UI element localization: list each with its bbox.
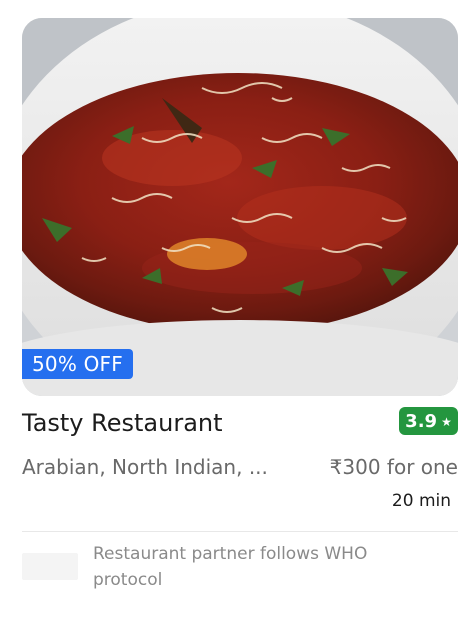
restaurant-name[interactable]: Tasty Restaurant bbox=[22, 406, 223, 440]
who-logo-icon bbox=[22, 553, 78, 580]
rating-badge: 3.9 ★ bbox=[399, 407, 458, 435]
restaurant-image[interactable] bbox=[22, 18, 458, 396]
offer-badge: 50% OFF bbox=[22, 349, 133, 379]
delivery-time: 20 min bbox=[391, 491, 451, 511]
cuisine-list: Arabian, North Indian, ... bbox=[22, 455, 268, 479]
divider bbox=[22, 531, 458, 532]
restaurant-card[interactable]: 50% OFF Tasty Restaurant 3.9 ★ Arabian, … bbox=[0, 0, 471, 632]
star-icon: ★ bbox=[441, 414, 452, 429]
safety-protocol-text: Restaurant partner follows WHO protocol bbox=[93, 544, 368, 590]
price-for-one: ₹300 for one bbox=[329, 455, 458, 479]
rating-value: 3.9 bbox=[405, 410, 438, 432]
